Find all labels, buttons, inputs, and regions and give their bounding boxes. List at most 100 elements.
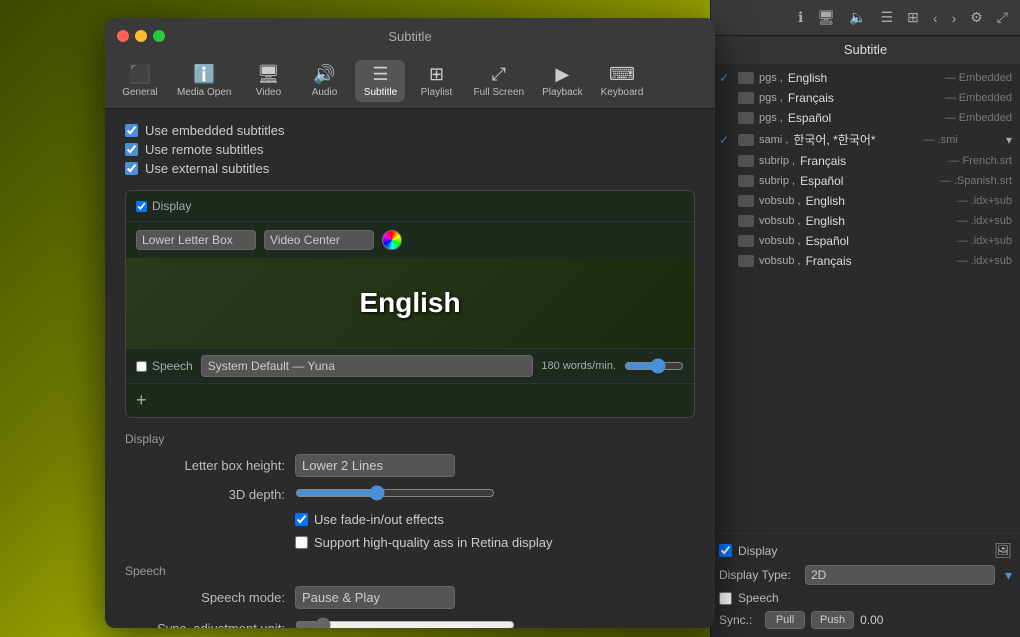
toolbar-keyboard-label: Keyboard	[601, 87, 644, 98]
sync-push-button[interactable]: Push	[811, 611, 854, 629]
toolbar-video-label: Video	[256, 87, 281, 98]
position-select[interactable]: Video Center Left Right	[264, 230, 374, 250]
retina-label: Support high-quality ass in Retina displ…	[314, 535, 552, 550]
display-check-label: Display	[152, 199, 191, 213]
toolbar-video[interactable]: 🖥 Video	[243, 60, 293, 102]
sync-adjustment-row: Sync. adjustment unit: 0.1 0.2 0.3 0.4 0…	[125, 617, 695, 628]
remote-checkbox[interactable]	[125, 143, 138, 156]
nav-back-icon[interactable]: ‹	[929, 8, 942, 28]
remote-checkbox-row[interactable]: Use remote subtitles	[125, 142, 695, 157]
toolbar-keyboard[interactable]: ⌨ Keyboard	[595, 60, 650, 102]
speech-check-row: Speech	[719, 591, 1012, 605]
speech-mode-row: Speech mode: Pause & Play Read Only	[125, 586, 695, 609]
depth-3d-row: 3D depth:	[125, 485, 695, 504]
subtitle-item[interactable]: vobsub , Español — .idx+sub	[711, 231, 1020, 251]
nav-forward-icon[interactable]: ›	[948, 8, 961, 28]
speech-default-select[interactable]: System Default — Yuna	[201, 355, 534, 377]
external-label: Use external subtitles	[145, 161, 269, 176]
sync-pull-button[interactable]: Pull	[765, 611, 805, 629]
monitor-icon[interactable]: 🖥	[813, 7, 839, 28]
sub-type-icon	[738, 72, 754, 84]
speech-mode-select[interactable]: Pause & Play Read Only	[295, 586, 455, 609]
toolbar-playback[interactable]: ▶ Playback	[536, 60, 589, 102]
subtitle-item[interactable]: subrip , Español — .Spanish.srt	[711, 171, 1020, 191]
sub-type-icon	[738, 255, 754, 267]
toolbar-general-label: General	[122, 87, 158, 98]
sub-type-icon	[738, 155, 754, 167]
list-icon[interactable]: ☰	[877, 7, 898, 28]
expand-icon[interactable]: ⤢	[993, 7, 1012, 28]
display-row: Display 🖼	[719, 542, 1012, 559]
subtitle-item[interactable]: subrip , Français — French.srt	[711, 151, 1020, 171]
subtitle-item[interactable]: vobsub , Français — .idx+sub	[711, 251, 1020, 271]
fullscreen-icon: ⤢	[492, 64, 506, 85]
toolbar-general[interactable]: ⬛ General	[115, 60, 165, 102]
toolbar-playlist-label: Playlist	[421, 87, 453, 98]
settings-icon[interactable]: ⚙	[966, 7, 987, 28]
fade-effects-label-row[interactable]: Use fade-in/out effects	[295, 512, 444, 527]
sub-type-icon	[738, 215, 754, 227]
audio-icon[interactable]: 🔈	[845, 7, 870, 28]
playlist-icon: ⊞	[429, 64, 444, 85]
display-type-label: Display Type:	[719, 568, 799, 582]
right-bottom: Display 🖼 Display Type: 2D 3D ▾ Speech S…	[711, 533, 1020, 637]
audio-icon: 🔊	[313, 64, 335, 85]
toolbar-subtitle[interactable]: ☰ Subtitle	[355, 60, 405, 102]
display-section-title: Display	[125, 432, 695, 446]
sync-adj-slider[interactable]	[295, 617, 515, 628]
words-slider[interactable]	[624, 358, 684, 374]
display-check[interactable]	[136, 201, 147, 212]
sync-adj-control: 0.1 0.2 0.3 0.4 0.5 sec.	[295, 617, 695, 628]
sub-type-icon	[738, 112, 754, 124]
embedded-checkbox[interactable]	[125, 124, 138, 137]
embedded-label: Use embedded subtitles	[145, 123, 284, 138]
sync-row: Sync.: Pull Push 0.00	[719, 611, 1012, 629]
speech-check[interactable]	[136, 361, 147, 372]
fade-effects-label: Use fade-in/out effects	[314, 512, 444, 527]
subtitle-item[interactable]: pgs , Español — Embedded	[711, 108, 1020, 128]
external-checkbox-row[interactable]: Use external subtitles	[125, 161, 695, 176]
check-icon: ✓	[719, 133, 733, 147]
subtitle-item[interactable]: ✓ pgs , English — Embedded	[711, 68, 1020, 88]
fade-effects-checkbox[interactable]	[295, 513, 308, 526]
sync-value: 0.00	[860, 613, 883, 627]
subtitle-item[interactable]: pgs , Français — Embedded	[711, 88, 1020, 108]
preview-controls: Display	[126, 191, 694, 222]
add-row: +	[126, 383, 694, 417]
color-picker[interactable]	[382, 230, 402, 250]
letterbox-height-select[interactable]: Lower 2 Lines Lower 1 Line Lower 3 Lines	[295, 454, 455, 477]
subtitle-item[interactable]: vobsub , English — .idx+sub	[711, 191, 1020, 211]
minimize-button[interactable]	[135, 30, 147, 42]
keyboard-icon: ⌨	[609, 64, 635, 85]
subtitle-item[interactable]: vobsub , English — .idx+sub	[711, 211, 1020, 231]
close-button[interactable]	[117, 30, 129, 42]
grid-icon[interactable]: ⊞	[903, 7, 923, 28]
toolbar-audio[interactable]: 🔊 Audio	[299, 60, 349, 102]
toolbar: ⬛ General ℹ️ Media Open 🖥 Video 🔊 Audio …	[105, 54, 715, 109]
letterbox-select[interactable]: Lower Letter Box Upper Letter Box Below …	[136, 230, 256, 250]
speech-checkbox[interactable]	[719, 592, 732, 605]
add-button[interactable]: +	[136, 390, 147, 411]
display-type-select[interactable]: 2D 3D	[805, 565, 995, 585]
speech-checkbox-row[interactable]: Speech	[136, 359, 193, 373]
depth-3d-control	[295, 485, 695, 504]
toolbar-fullscreen[interactable]: ⤢ Full Screen	[467, 60, 530, 102]
info-icon[interactable]: ℹ	[794, 7, 807, 28]
check-icon: ✓	[719, 71, 733, 85]
external-checkbox[interactable]	[125, 162, 138, 175]
maximize-button[interactable]	[153, 30, 165, 42]
preview-inner-controls: Lower Letter Box Upper Letter Box Below …	[126, 222, 694, 258]
toolbar-media-open[interactable]: ℹ️ Media Open	[171, 60, 237, 102]
subtitle-item[interactable]: ✓ sami , 한국어, *한국어* — .smi ▾	[711, 128, 1020, 151]
retina-label-row[interactable]: Support high-quality ass in Retina displ…	[295, 535, 552, 550]
display-checkbox-row[interactable]: Display	[136, 199, 191, 213]
retina-checkbox[interactable]	[295, 536, 308, 549]
toolbar-playlist[interactable]: ⊞ Playlist	[411, 60, 461, 102]
checkbox-group: Use embedded subtitles Use remote subtit…	[125, 123, 695, 176]
depth-3d-slider[interactable]	[295, 485, 495, 501]
speech-mode-label: Speech mode:	[125, 590, 285, 605]
display-checkbox[interactable]	[719, 544, 732, 557]
expand-icon[interactable]: ▾	[1006, 133, 1012, 147]
display-label: Display	[738, 544, 777, 558]
embedded-checkbox-row[interactable]: Use embedded subtitles	[125, 123, 695, 138]
